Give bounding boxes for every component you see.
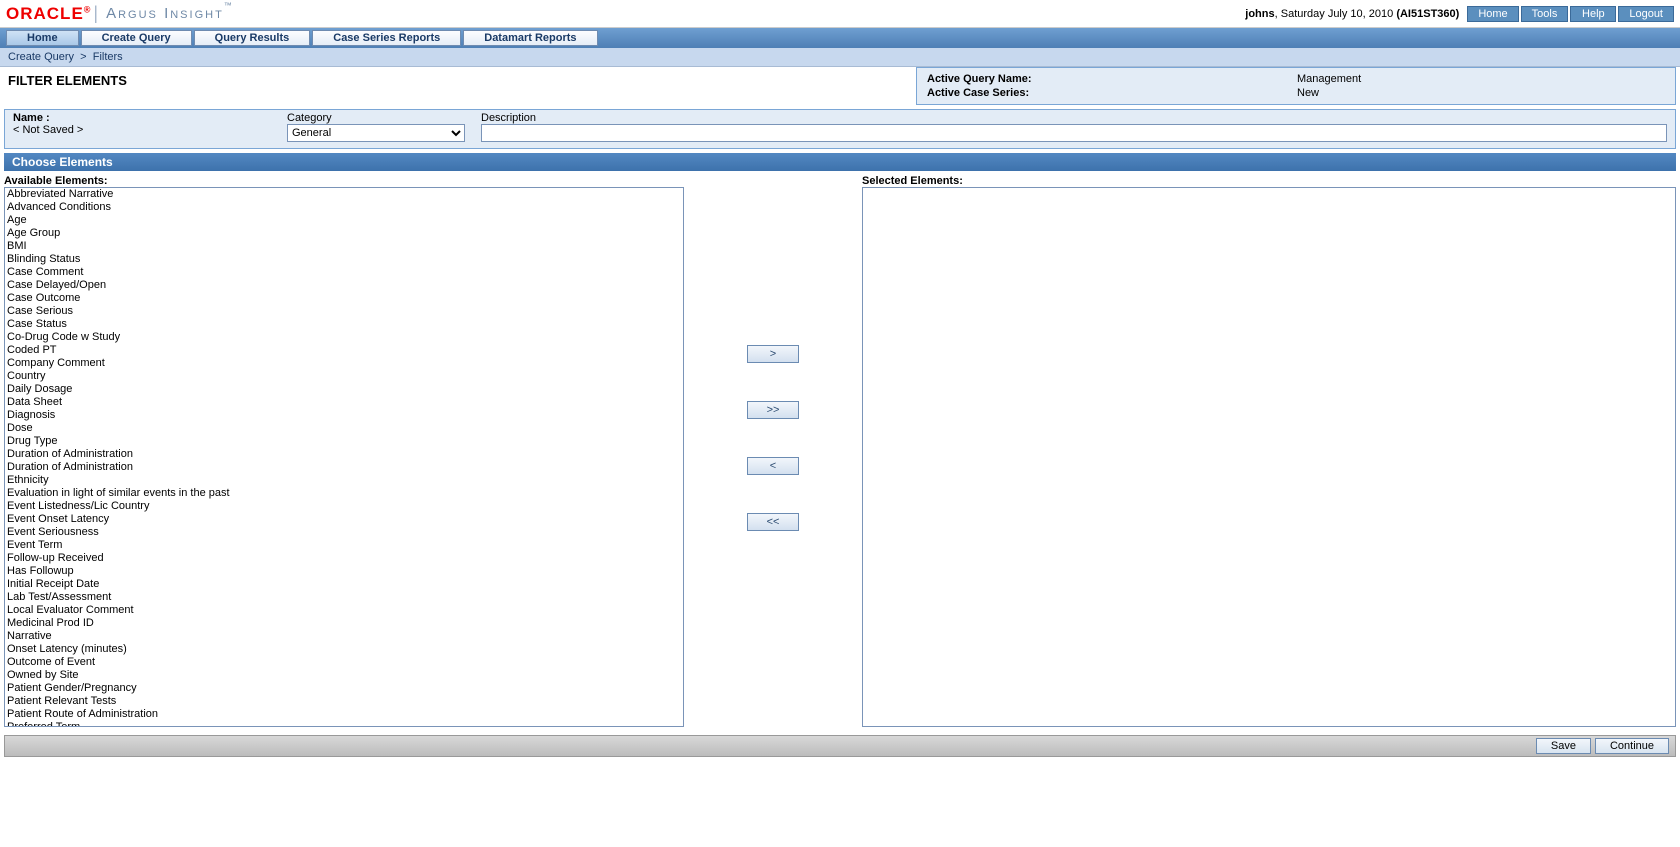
user-info: johns, Saturday July 10, 2010 (AI51ST360… (1245, 8, 1459, 20)
list-item[interactable]: Daily Dosage (5, 383, 683, 396)
list-item[interactable]: Follow-up Received (5, 552, 683, 565)
list-item[interactable]: Age (5, 214, 683, 227)
description-input[interactable] (481, 124, 1667, 142)
active-case-series-label: Active Case Series: (927, 86, 1297, 100)
list-item[interactable]: Blinding Status (5, 253, 683, 266)
home-top-button[interactable]: Home (1467, 6, 1518, 22)
list-item[interactable]: Ethnicity (5, 474, 683, 487)
list-item[interactable]: Narrative (5, 630, 683, 643)
list-item[interactable]: Company Comment (5, 357, 683, 370)
list-item[interactable]: Lab Test/Assessment (5, 591, 683, 604)
add-all-button[interactable]: >> (747, 401, 799, 419)
list-item[interactable]: Onset Latency (minutes) (5, 643, 683, 656)
active-query-label: Active Query Name: (927, 72, 1297, 86)
list-item[interactable]: Co-Drug Code w Study (5, 331, 683, 344)
category-label: Category (287, 112, 477, 124)
list-item[interactable]: Abbreviated Narrative (5, 188, 683, 201)
list-item[interactable]: Diagnosis (5, 409, 683, 422)
list-item[interactable]: Evaluation in light of similar events in… (5, 487, 683, 500)
remove-button[interactable]: < (747, 457, 799, 475)
filter-form: Name : < Not Saved > Category General De… (4, 109, 1676, 149)
list-item[interactable]: Local Evaluator Comment (5, 604, 683, 617)
list-item[interactable]: Outcome of Event (5, 656, 683, 669)
list-item[interactable]: Event Term (5, 539, 683, 552)
breadcrumb-create-query[interactable]: Create Query (8, 51, 74, 63)
breadcrumb-sep: > (77, 51, 93, 63)
nav-create-query[interactable]: Create Query (81, 30, 192, 46)
top-buttons: Home Tools Help Logout (1467, 6, 1674, 22)
help-top-button[interactable]: Help (1570, 6, 1616, 22)
header-right: johns, Saturday July 10, 2010 (AI51ST360… (1245, 6, 1680, 22)
list-item[interactable]: Patient Gender/Pregnancy (5, 682, 683, 695)
list-item[interactable]: Dose (5, 422, 683, 435)
list-item[interactable]: Case Status (5, 318, 683, 331)
logout-top-button[interactable]: Logout (1618, 6, 1674, 22)
available-elements-listbox[interactable]: Abbreviated NarrativeAdvanced Conditions… (4, 187, 684, 727)
list-item[interactable]: Coded PT (5, 344, 683, 357)
nav-home[interactable]: Home (6, 30, 79, 46)
list-item[interactable]: Event Seriousness (5, 526, 683, 539)
list-item[interactable]: Preferred Term (5, 721, 683, 727)
selected-elements-label: Selected Elements: (862, 175, 1676, 187)
list-item[interactable]: Case Comment (5, 266, 683, 279)
list-item[interactable]: Initial Receipt Date (5, 578, 683, 591)
nav-query-results[interactable]: Query Results (194, 30, 311, 46)
list-item[interactable]: Advanced Conditions (5, 201, 683, 214)
breadcrumb: Create Query > Filters (0, 48, 1680, 67)
logo-divider: | (91, 3, 100, 24)
list-item[interactable]: Case Delayed/Open (5, 279, 683, 292)
list-item[interactable]: Data Sheet (5, 396, 683, 409)
list-item[interactable]: Medicinal Prod ID (5, 617, 683, 630)
remove-all-button[interactable]: << (747, 513, 799, 531)
active-query-value: Management (1297, 72, 1361, 86)
list-item[interactable]: Case Outcome (5, 292, 683, 305)
breadcrumb-filters: Filters (93, 51, 123, 63)
add-button[interactable]: > (747, 345, 799, 363)
list-item[interactable]: Owned by Site (5, 669, 683, 682)
argus-logo: Argus Insight™ (100, 5, 234, 22)
list-item[interactable]: Duration of Administration (5, 448, 683, 461)
header-bar: ORACLE® | Argus Insight™ johns, Saturday… (0, 0, 1680, 28)
selected-elements-listbox[interactable] (862, 187, 1676, 727)
list-item[interactable]: Patient Route of Administration (5, 708, 683, 721)
elements-area: Available Elements: Abbreviated Narrativ… (4, 175, 1676, 727)
list-item[interactable]: Event Onset Latency (5, 513, 683, 526)
save-button[interactable]: Save (1536, 738, 1591, 754)
oracle-logo: ORACLE® (6, 4, 91, 24)
list-item[interactable]: Has Followup (5, 565, 683, 578)
list-item[interactable]: Age Group (5, 227, 683, 240)
category-select[interactable]: General (287, 124, 465, 142)
continue-button[interactable]: Continue (1595, 738, 1669, 754)
name-value: < Not Saved > (13, 124, 83, 136)
description-label: Description (481, 112, 1667, 124)
list-item[interactable]: Duration of Administration (5, 461, 683, 474)
logo-area: ORACLE® | Argus Insight™ (0, 3, 234, 24)
list-item[interactable]: Drug Type (5, 435, 683, 448)
list-item[interactable]: Case Serious (5, 305, 683, 318)
move-buttons-column: > >> < << (684, 175, 862, 727)
active-case-series-value: New (1297, 86, 1361, 100)
available-elements-label: Available Elements: (4, 175, 684, 187)
choose-elements-header: Choose Elements (4, 153, 1676, 171)
nav-bar: Home Create Query Query Results Case Ser… (0, 28, 1680, 48)
list-item[interactable]: BMI (5, 240, 683, 253)
tools-top-button[interactable]: Tools (1521, 6, 1569, 22)
footer-bar: Save Continue (4, 735, 1676, 757)
list-item[interactable]: Country (5, 370, 683, 383)
list-item[interactable]: Event Listedness/Lic Country (5, 500, 683, 513)
list-item[interactable]: Patient Relevant Tests (5, 695, 683, 708)
page-title: FILTER ELEMENTS (0, 67, 916, 94)
active-info-box: Active Query Name: Active Case Series: M… (916, 67, 1676, 105)
nav-datamart-reports[interactable]: Datamart Reports (463, 30, 597, 46)
nav-case-series-reports[interactable]: Case Series Reports (312, 30, 461, 46)
name-label: Name : (13, 112, 283, 124)
